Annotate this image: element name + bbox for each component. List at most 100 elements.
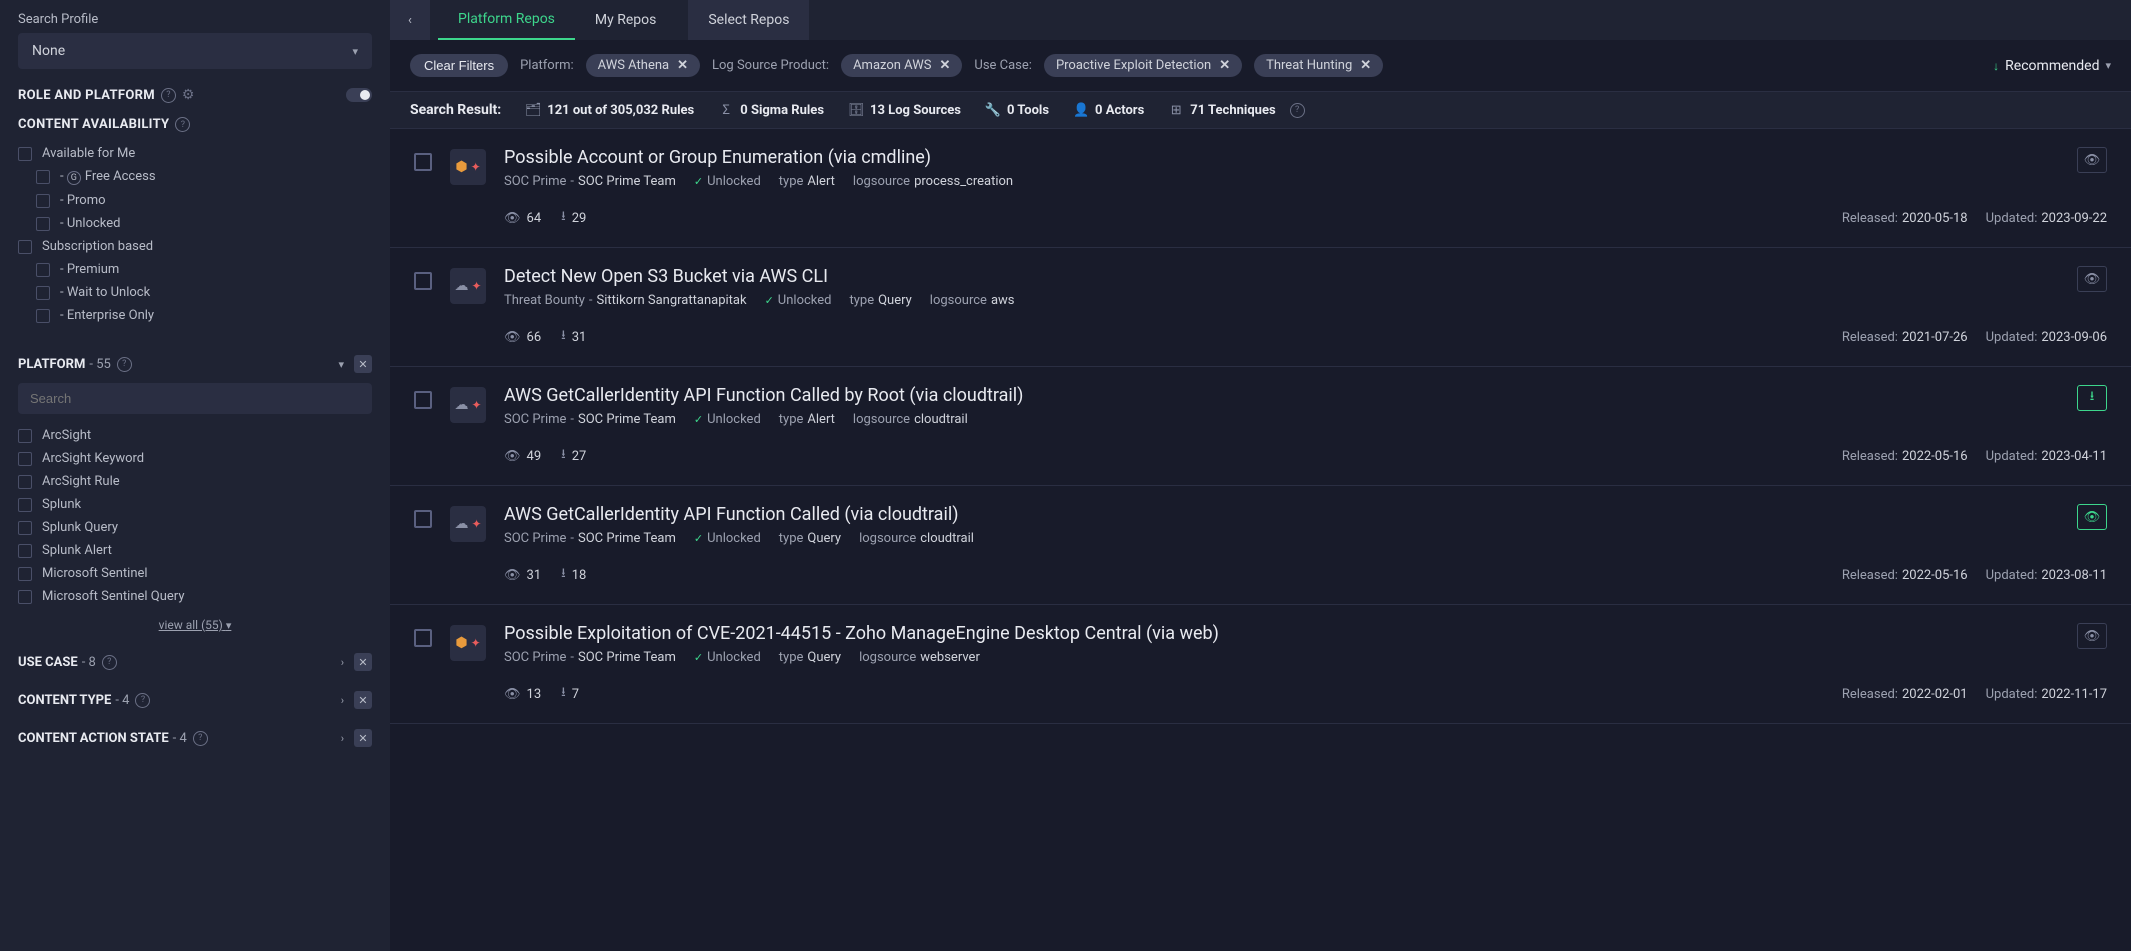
clear-facet-button[interactable]: ✕	[354, 653, 372, 671]
checkbox-icon	[36, 217, 50, 231]
filter-pill-platform[interactable]: AWS Athena ✕	[586, 54, 700, 77]
preview-button[interactable]: 👁	[2077, 623, 2107, 649]
stat-actors: 👤0 Actors	[1073, 102, 1144, 118]
clear-facet-button[interactable]: ✕	[354, 691, 372, 709]
platform-item[interactable]: Splunk Query	[18, 516, 372, 539]
result-card: ⬢✦ Possible Exploitation of CVE-2021-445…	[390, 605, 2131, 724]
checkbox-icon	[36, 309, 50, 323]
download-icon: ⭳	[561, 564, 566, 586]
result-title[interactable]: Detect New Open S3 Bucket via AWS CLI	[504, 266, 2065, 287]
result-title[interactable]: Possible Exploitation of CVE-2021-44515 …	[504, 623, 2065, 644]
availability-item[interactable]: - GFree Access	[18, 165, 372, 189]
pill-text: AWS Athena	[598, 58, 669, 73]
tab-my-repos[interactable]: My Repos	[575, 0, 676, 40]
platform-item[interactable]: Microsoft Sentinel	[18, 562, 372, 585]
platform-item[interactable]: Microsoft Sentinel Query	[18, 585, 372, 608]
help-icon[interactable]: ?	[102, 655, 117, 670]
preview-button[interactable]: 👁	[2077, 266, 2107, 292]
close-icon[interactable]: ✕	[1360, 58, 1371, 73]
filter-pill-usecase-1[interactable]: Threat Hunting ✕	[1254, 54, 1383, 77]
platform-label: Microsoft Sentinel Query	[42, 589, 184, 604]
availability-item[interactable]: - Premium	[18, 258, 372, 281]
views-stat: 👁64	[504, 207, 541, 229]
views-stat: 👁31	[504, 564, 541, 586]
availability-item[interactable]: - Wait to Unlock	[18, 281, 372, 304]
availability-label: - Unlocked	[60, 216, 121, 231]
platform-item[interactable]: Splunk	[18, 493, 372, 516]
result-type: typeQuery	[779, 531, 841, 546]
result-title[interactable]: AWS GetCallerIdentity API Function Calle…	[504, 385, 2065, 406]
result-logsource: logsourceaws	[930, 293, 1015, 308]
select-checkbox[interactable]	[414, 153, 432, 171]
result-type: typeAlert	[779, 174, 835, 189]
search-result-label: Search Result:	[410, 102, 501, 118]
clear-facet-button[interactable]: ✕	[354, 729, 372, 747]
help-icon[interactable]: ?	[117, 357, 132, 372]
help-icon[interactable]: ?	[161, 88, 176, 103]
checkbox-icon	[18, 498, 32, 512]
facet-header[interactable]: CONTENT TYPE- 4? ›✕	[18, 681, 372, 719]
result-title[interactable]: Possible Account or Group Enumeration (v…	[504, 147, 2065, 168]
facet-header[interactable]: CONTENT ACTION STATE- 4? ›✕	[18, 719, 372, 757]
availability-item[interactable]: - Enterprise Only	[18, 304, 372, 327]
eye-icon: 👁	[504, 687, 521, 702]
platform-label: ArcSight	[42, 428, 91, 443]
chevron-down-icon: ▾	[226, 619, 232, 632]
role-platform-toggle[interactable]	[346, 88, 372, 102]
download-icon: ⭳	[561, 326, 566, 348]
platform-item[interactable]: ArcSight	[18, 424, 372, 447]
preview-button[interactable]: 👁	[2077, 147, 2107, 173]
select-checkbox[interactable]	[414, 629, 432, 647]
result-logsource: logsourcewebserver	[859, 650, 980, 665]
rule-type-icon: ☁✦	[450, 506, 486, 542]
availability-item[interactable]: Subscription based	[18, 235, 372, 258]
select-checkbox[interactable]	[414, 391, 432, 409]
help-icon[interactable]: ?	[1290, 103, 1305, 118]
platform-facet-header[interactable]: PLATFORM - 55 ? ▾ ✕	[18, 345, 372, 383]
back-button[interactable]: ‹	[390, 0, 430, 40]
result-card: ⬢✦ Possible Account or Group Enumeration…	[390, 129, 2131, 248]
result-title[interactable]: AWS GetCallerIdentity API Function Calle…	[504, 504, 2065, 525]
help-icon[interactable]: ?	[175, 117, 190, 132]
availability-item[interactable]: Available for Me	[18, 142, 372, 165]
close-icon[interactable]: ✕	[1219, 58, 1230, 73]
tab-platform-repos[interactable]: Platform Repos	[438, 0, 575, 40]
availability-item[interactable]: - Unlocked	[18, 212, 372, 235]
filter-pill-logsource[interactable]: Amazon AWS ✕	[841, 54, 962, 77]
facet-header[interactable]: USE CASE- 8? ›✕	[18, 643, 372, 681]
close-icon[interactable]: ✕	[939, 58, 950, 73]
platform-facet-title: PLATFORM	[18, 357, 85, 372]
close-icon[interactable]: ✕	[677, 58, 688, 73]
platform-item[interactable]: Splunk Alert	[18, 539, 372, 562]
view-all-link[interactable]: view all (55) ▾	[18, 618, 372, 633]
filter-pill-usecase-0[interactable]: Proactive Exploit Detection ✕	[1044, 54, 1242, 77]
help-icon[interactable]: ?	[135, 693, 150, 708]
stat-logsources: 🗄13 Log Sources	[848, 102, 961, 118]
download-button[interactable]: ⭳	[2077, 385, 2107, 411]
downloads-stat: ⭳7	[561, 683, 579, 705]
select-checkbox[interactable]	[414, 510, 432, 528]
availability-label: - GFree Access	[60, 169, 156, 185]
platform-item[interactable]: ArcSight Rule	[18, 470, 372, 493]
result-author: SOC Prime-SOC Prime Team	[504, 412, 676, 427]
gear-icon[interactable]: ⚙	[182, 87, 195, 103]
platform-item[interactable]: ArcSight Keyword	[18, 447, 372, 470]
availability-item[interactable]: - Promo	[18, 189, 372, 212]
select-checkbox[interactable]	[414, 272, 432, 290]
download-icon: ⭳	[561, 683, 566, 705]
preview-button[interactable]: 👁	[2077, 504, 2107, 530]
download-icon: ⭳	[561, 207, 566, 229]
clear-facet-button[interactable]: ✕	[354, 355, 372, 373]
clear-filters-button[interactable]: Clear Filters	[410, 54, 508, 77]
sort-dropdown[interactable]: ↓ Recommended ▾	[1993, 58, 2111, 74]
availability-label: Subscription based	[42, 239, 153, 254]
tab-select-repos[interactable]: Select Repos	[688, 0, 809, 40]
search-profile-select[interactable]: None ▾	[18, 33, 372, 69]
availability-label: - Wait to Unlock	[60, 285, 150, 300]
briefcase-icon: 🗂	[525, 102, 541, 118]
platform-search-input[interactable]	[18, 383, 372, 414]
downloads-stat: ⭳31	[561, 326, 586, 348]
updated-date: Updated:2023-09-22	[1986, 211, 2107, 226]
help-icon[interactable]: ?	[193, 731, 208, 746]
facet-title: CONTENT ACTION STATE	[18, 731, 169, 746]
